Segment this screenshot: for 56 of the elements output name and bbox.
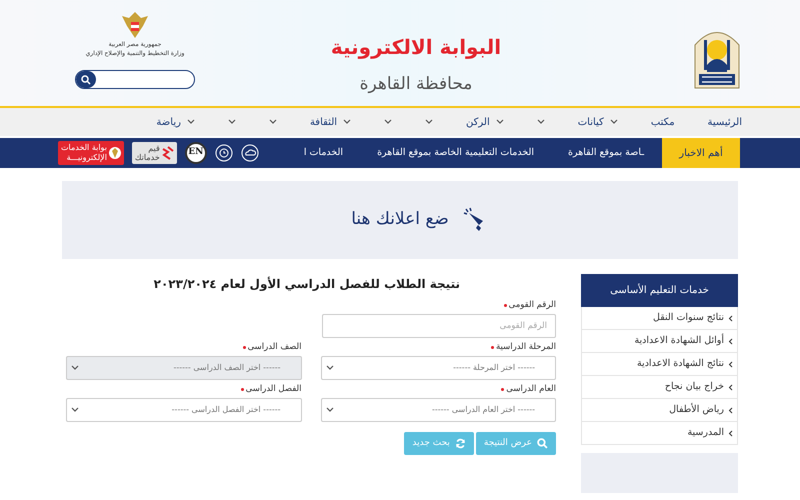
field-label: الرقم القومى xyxy=(508,298,556,312)
field-label: المرحلة الدراسية xyxy=(496,340,556,354)
dropdown-field[interactable]: ------ اختر الفصل الدراسى ------ xyxy=(66,398,302,422)
badge-text: خدماتك xyxy=(134,153,160,162)
dropdown-field[interactable]: ------ اختر العام الدراسى ------ xyxy=(320,398,556,422)
cloud-icon[interactable] xyxy=(240,144,259,162)
chevron-left-icon xyxy=(728,314,733,322)
nav-link[interactable]: كيانات xyxy=(578,114,604,130)
chevron-down-icon xyxy=(71,407,79,413)
search-button[interactable] xyxy=(76,71,96,88)
field-label: الفصل الدراسى xyxy=(246,382,302,396)
nav-link[interactable]: الركن xyxy=(466,114,490,130)
badge-text: بوابة الخدمات xyxy=(61,143,107,153)
search-icon xyxy=(81,74,92,84)
rate-services-badge[interactable]: قيم خدماتك xyxy=(132,142,177,164)
sidebar-item[interactable]: أوائل الشهادة الاعدادية xyxy=(582,330,737,353)
sidebar-header: خدمات التعليم الأساسى xyxy=(581,274,738,307)
chevron-down-icon xyxy=(326,365,334,371)
nav-link[interactable]: الثقافة xyxy=(310,114,338,130)
news-ticker-item[interactable]: ـاصة بموقع القاهرة xyxy=(568,146,644,160)
nav-link[interactable]: مكتب xyxy=(650,114,675,130)
chevron-down-icon xyxy=(326,407,334,413)
news-ticker-item[interactable]: الخدمات التعليمية الخاصة بموقع القاهرة xyxy=(377,146,534,160)
field-label: الصف الدراسى xyxy=(248,340,302,354)
ad-text: ضع اعلانك هنا xyxy=(351,208,449,232)
ad-banner[interactable]: ضع اعلانك هنا xyxy=(62,181,738,259)
clock-icon[interactable] xyxy=(214,144,233,162)
national-id-field[interactable]: الرقم القومى xyxy=(322,314,556,338)
site-title: البوابة الالكترونية xyxy=(330,34,502,61)
news-ticker-item[interactable]: الخدمات ا xyxy=(304,146,344,160)
nav-link[interactable]: الرئيسية xyxy=(708,114,742,130)
chevron-left-icon xyxy=(728,338,733,344)
sidebar-item[interactable]: خراج بيان نجاح xyxy=(582,376,737,399)
chevron-left-icon xyxy=(728,430,733,436)
news-label[interactable]: أهم الاخبار xyxy=(662,138,740,168)
language-button[interactable]: EN xyxy=(184,142,207,164)
chevron-left-icon xyxy=(728,406,733,414)
governorate-name: محافظة القاهرة xyxy=(360,73,472,96)
chevron-down-icon xyxy=(71,365,79,371)
eservices-badge[interactable]: بوابة الخدمات الإلكترونيـــة xyxy=(58,141,124,165)
sidebar-item[interactable]: نتائج سنوات النقل xyxy=(582,307,737,330)
sidebar-item[interactable]: رياض الأطفال xyxy=(582,399,737,422)
search-field[interactable] xyxy=(75,70,196,89)
search-icon xyxy=(537,438,548,449)
nav-link[interactable]: رياضة xyxy=(156,114,181,130)
badge-text: الإلكترونيـــة xyxy=(66,153,107,163)
badge-text: قيم xyxy=(147,144,160,153)
dropdown-field[interactable]: ------ اختر المرحلة ------ xyxy=(320,356,556,380)
sidebar-item[interactable]: المدرسية xyxy=(582,422,737,445)
form-title: نتيجة الطلاب للفصل الدراسي الأول لعام ٢٠٢٣/٢٠٢٤ xyxy=(152,276,461,293)
dropdown-field: ------ اختر الصف الدراسى ------ xyxy=(66,356,302,380)
chevron-left-icon xyxy=(728,360,733,368)
refresh-icon xyxy=(454,438,466,449)
chevron-left-icon xyxy=(728,384,733,390)
field-label: العام الدراسى xyxy=(506,382,556,396)
sidebar-item[interactable]: نتائج الشهادة الاعدادية xyxy=(582,353,737,376)
